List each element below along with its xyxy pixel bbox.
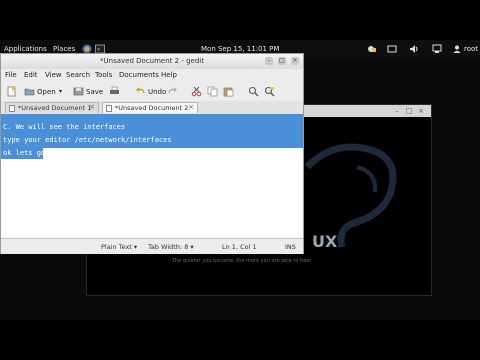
open-dropdown-icon[interactable]: ▾ [59, 88, 62, 95]
statusbar: Plain Text ▾ Tab Width: 8 ▾ Ln 1, Col 1 … [1, 238, 303, 254]
minimize-icon[interactable]: – [393, 107, 401, 115]
print-icon[interactable] [109, 86, 120, 97]
replace-icon[interactable] [264, 86, 275, 97]
volume-icon[interactable] [409, 44, 419, 54]
gedit-titlebar[interactable]: *Unsaved Document 2 - gedit – □ × [1, 54, 303, 70]
letterbox-top [0, 0, 480, 40]
menu-file[interactable]: File [5, 71, 17, 79]
new-document-icon[interactable] [6, 86, 17, 97]
language-selector[interactable]: Plain Text ▾ [101, 243, 137, 251]
save-button[interactable]: Save [86, 88, 103, 96]
screen-icon[interactable] [387, 44, 397, 54]
letterbox-bottom [0, 320, 480, 360]
toolbar: Open ▾ Save Undo [1, 81, 303, 102]
applications-menu[interactable]: Applications [4, 45, 47, 53]
tab-unsaved-document-2[interactable]: *Unsaved Document 2 × [102, 102, 198, 113]
undo-icon[interactable] [135, 86, 146, 97]
undo-button[interactable]: Undo [148, 88, 166, 96]
text-line: ok lets go [3, 149, 46, 157]
menu-documents[interactable]: Documents [119, 71, 159, 79]
insert-mode: INS [285, 243, 296, 251]
document-icon [106, 105, 112, 112]
places-menu[interactable]: Places [53, 45, 75, 53]
kali-logo-text: UX [312, 232, 338, 251]
save-icon[interactable] [73, 86, 84, 97]
window-title: *Unsaved Document 2 - gedit [100, 57, 204, 65]
close-icon[interactable]: × [417, 107, 425, 115]
menu-help[interactable]: Help [161, 71, 177, 79]
menu-view[interactable]: View [45, 71, 62, 79]
open-folder-icon[interactable] [24, 86, 35, 97]
redo-icon[interactable] [167, 86, 178, 97]
kali-tagline: The quieter you become, the more you are… [172, 258, 312, 264]
copy-icon[interactable] [207, 86, 218, 97]
weather-icon[interactable] [367, 44, 377, 54]
document-tabs: *Unsaved Document 1 × *Unsaved Document … [1, 101, 303, 115]
open-button[interactable]: Open [37, 88, 56, 96]
menubar: File Edit View Search Tools Documents He… [1, 69, 303, 81]
text-editor-area[interactable]: C. We will see the interfaces type your … [1, 114, 303, 238]
maximize-icon[interactable]: □ [278, 57, 286, 65]
tab-width-selector[interactable]: Tab Width: 8 ▾ [148, 243, 194, 251]
menu-tools[interactable]: Tools [95, 71, 112, 79]
text-line: type your editor /etc/network/interfaces [3, 136, 172, 144]
menu-search[interactable]: Search [66, 71, 90, 79]
tab-unsaved-document-1[interactable]: *Unsaved Document 1 × [5, 102, 99, 113]
minimize-icon[interactable]: – [265, 57, 273, 65]
text-line: C. We will see the interfaces [3, 123, 126, 131]
find-icon[interactable] [248, 86, 259, 97]
cut-icon[interactable] [191, 86, 202, 97]
user-icon[interactable] [452, 44, 462, 54]
paste-icon[interactable] [223, 86, 234, 97]
cursor-position: Ln 1, Col 1 [222, 243, 257, 251]
document-icon [9, 105, 15, 112]
maximize-icon[interactable]: □ [405, 107, 413, 115]
tab-label: *Unsaved Document 2 [115, 104, 189, 112]
tab-close-icon[interactable]: × [89, 103, 95, 111]
tab-close-icon[interactable]: × [188, 103, 194, 111]
close-icon[interactable]: × [291, 57, 299, 65]
menu-edit[interactable]: Edit [24, 71, 38, 79]
tab-label: *Unsaved Document 1 [18, 104, 92, 112]
gedit-window[interactable]: *Unsaved Document 2 - gedit – □ × File E… [0, 53, 304, 254]
user-name[interactable]: root [464, 45, 478, 53]
network-icon[interactable] [432, 44, 442, 54]
clock[interactable]: Mon Sep 15, 11:01 PM [201, 45, 279, 53]
